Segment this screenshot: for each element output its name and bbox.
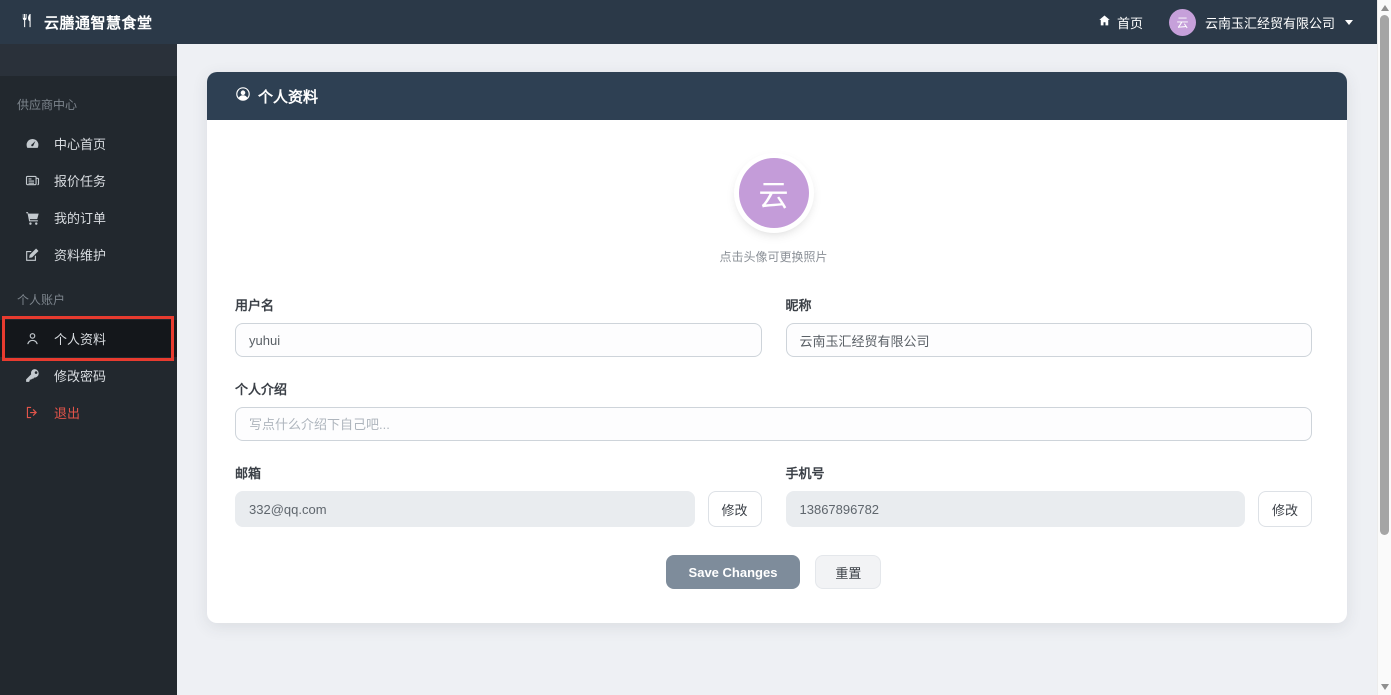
nickname-label: 昵称 [786, 295, 1313, 314]
phone-modify-button[interactable]: 修改 [1258, 491, 1312, 527]
intro-input[interactable] [235, 407, 1312, 441]
caret-down-icon [1345, 20, 1353, 25]
profile-form: 用户名 昵称 个人介绍 邮箱 修改 [235, 295, 1312, 527]
dashboard-icon [25, 136, 40, 151]
email-field-group: 邮箱 修改 [235, 463, 762, 527]
vertical-scrollbar[interactable] [1377, 0, 1391, 695]
user-name-label: 云南玉汇经贸有限公司 [1205, 13, 1335, 32]
signout-icon [25, 405, 40, 420]
newspaper-icon [25, 173, 40, 188]
username-field-group: 用户名 [235, 295, 762, 357]
username-label: 用户名 [235, 295, 762, 314]
top-navbar: 云膳通智慧食堂 首页 云 云南玉汇经贸有限公司 [0, 0, 1391, 44]
sidebar-item-quote-tasks[interactable]: 报价任务 [0, 162, 177, 199]
intro-field-group: 个人介绍 [235, 379, 1312, 441]
sidebar-item-logout[interactable]: 退出 [0, 394, 177, 431]
cart-icon [25, 210, 40, 225]
brand-label: 云膳通智慧食堂 [44, 12, 153, 33]
reset-button[interactable]: 重置 [815, 555, 881, 589]
key-icon [25, 368, 40, 383]
profile-avatar[interactable]: 云 [739, 158, 809, 228]
sidebar-item-change-password[interactable]: 修改密码 [0, 357, 177, 394]
home-label: 首页 [1117, 13, 1143, 32]
edit-icon [25, 247, 40, 262]
sidebar-item-profile[interactable]: 个人资料 [0, 320, 177, 357]
sidebar: 供应商中心 中心首页 报价任务 我的订单 资料维护 个人账户 个人资料 [0, 44, 177, 695]
sidebar-item-label: 报价任务 [54, 171, 106, 190]
home-icon [1098, 14, 1111, 30]
card-title: 个人资料 [258, 86, 318, 107]
nickname-field-group: 昵称 [786, 295, 1313, 357]
sidebar-item-my-orders[interactable]: 我的订单 [0, 199, 177, 236]
scrollbar-up-arrow-icon[interactable] [1381, 5, 1389, 11]
username-input[interactable] [235, 323, 762, 357]
sidebar-item-label: 修改密码 [54, 366, 106, 385]
scrollbar-down-arrow-icon[interactable] [1381, 684, 1389, 690]
sidebar-item-label: 个人资料 [54, 329, 106, 348]
email-label: 邮箱 [235, 463, 762, 482]
intro-label: 个人介绍 [235, 379, 1312, 398]
card-header: 个人资料 [207, 72, 1347, 120]
card-body: 云 点击头像可更换照片 用户名 昵称 个人介绍 邮箱 [207, 120, 1347, 623]
user-avatar: 云 [1169, 9, 1196, 36]
avatar-section: 云 点击头像可更换照片 [235, 158, 1312, 265]
sidebar-item-label: 中心首页 [54, 134, 106, 153]
circle-user-icon [235, 86, 251, 106]
user-dropdown[interactable]: 云 云南玉汇经贸有限公司 [1169, 9, 1353, 36]
email-input [235, 491, 695, 527]
email-modify-button[interactable]: 修改 [708, 491, 762, 527]
utensils-icon [20, 13, 35, 32]
sidebar-top-strip [0, 44, 177, 76]
sidebar-item-label: 资料维护 [54, 245, 106, 264]
scrollbar-thumb[interactable] [1380, 15, 1389, 535]
profile-card: 个人资料 云 点击头像可更换照片 用户名 昵称 个人介绍 [207, 72, 1347, 623]
brand[interactable]: 云膳通智慧食堂 [20, 12, 153, 33]
sidebar-section-personal-account: 个人账户 [0, 273, 177, 320]
sidebar-item-label: 退出 [54, 403, 80, 422]
phone-input [786, 491, 1246, 527]
sidebar-section-supplier-center: 供应商中心 [0, 76, 177, 125]
sidebar-item-center-home[interactable]: 中心首页 [0, 125, 177, 162]
navbar-right: 首页 云 云南玉汇经贸有限公司 [1098, 9, 1353, 36]
form-actions: Save Changes 重置 [235, 555, 1312, 589]
user-icon [25, 331, 40, 346]
sidebar-item-label: 我的订单 [54, 208, 106, 227]
nickname-input[interactable] [786, 323, 1313, 357]
home-link[interactable]: 首页 [1098, 13, 1143, 32]
main-content: 个人资料 云 点击头像可更换照片 用户名 昵称 个人介绍 [177, 44, 1377, 695]
save-changes-button[interactable]: Save Changes [666, 555, 801, 589]
phone-label: 手机号 [786, 463, 1313, 482]
avatar-hint: 点击头像可更换照片 [235, 248, 1312, 265]
sidebar-item-data-maintenance[interactable]: 资料维护 [0, 236, 177, 273]
phone-field-group: 手机号 修改 [786, 463, 1313, 527]
